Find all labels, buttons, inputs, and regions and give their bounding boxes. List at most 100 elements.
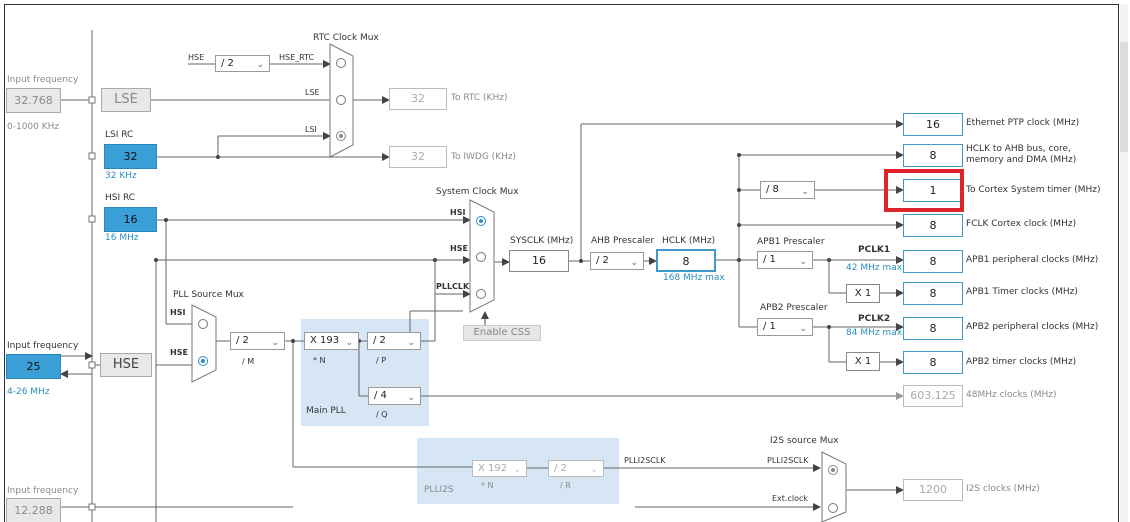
hsi-rc-unit: 16 MHz [105, 233, 139, 243]
sys-mux-hsi-radio[interactable] [476, 216, 486, 226]
pclk2-max: 84 MHz max [846, 328, 903, 338]
chevron-down-icon: ⌄ [271, 338, 279, 348]
i2s-input-title: Input frequency [7, 486, 79, 496]
apb1-prescaler-dropdown[interactable]: / 1 ⌄ [757, 251, 813, 269]
hclk-value[interactable]: 8 [656, 249, 716, 272]
rtc-mux-lse-radio[interactable] [336, 95, 346, 105]
apb1-prescaler-label: APB1 Prescaler [757, 237, 825, 247]
pll-src-hse-label: HSE [170, 348, 188, 357]
hse-input-frequency[interactable]: 25 [6, 354, 61, 379]
hclk-ahb-label: HCLK to AHB bus, core, [966, 144, 1071, 154]
plli2sclk-out-label: PLLI2SCLK [624, 456, 666, 465]
ahb-prescaler-dropdown[interactable]: / 2 ⌄ [590, 252, 644, 270]
hclk-ahb-label-line2: memory and DMA (MHz) [966, 155, 1077, 164]
apb2-timer-clock-label: APB2 timer clocks (MHz) [966, 357, 1077, 367]
iwdg-output-value: 32 [389, 146, 447, 168]
rtc-hse-divider-value: / 2 [221, 58, 234, 69]
pll-source-mux-title: PLL Source Mux [173, 290, 244, 300]
pll-p-divider[interactable]: / 2 ⌄ [367, 332, 421, 350]
chevron-down-icon: ⌄ [630, 258, 638, 268]
i2s-input-frequency[interactable]: 12.288 [6, 498, 61, 522]
sys-mux-hse-label: HSE [450, 244, 468, 253]
sys-mux-hsi-label: HSI [450, 208, 466, 217]
rtc-hse-input-label: HSE [188, 53, 205, 62]
system-clock-mux-title: System Clock Mux [436, 187, 519, 197]
apb1-peripheral-clock-value[interactable]: 8 [903, 250, 963, 273]
lse-oscillator[interactable]: LSE [101, 88, 151, 112]
chevron-down-icon: ⌄ [799, 257, 807, 267]
i2s-source-mux-title: I2S source Mux [770, 436, 839, 446]
rtc-lsi-label: LSI [305, 125, 317, 134]
pll-n-label: * N [313, 356, 326, 365]
chevron-down-icon: ⌄ [801, 187, 809, 197]
apb2-peripheral-clock-label: APB2 peripheral clocks (MHz) [966, 322, 1099, 332]
chevron-down-icon: ⌄ [407, 393, 415, 403]
apb1-timer-clock-label: APB1 Timer clocks (MHz) [966, 287, 1078, 297]
apb2-timer-multiplier: X 1 [846, 352, 880, 371]
rtc-mux-title: RTC Clock Mux [313, 33, 379, 43]
chevron-down-icon: ⌄ [590, 465, 598, 475]
chevron-down-icon: ⌄ [345, 338, 353, 348]
pclk1-max: 42 MHz max [846, 263, 903, 273]
pll-src-hsi-radio[interactable] [198, 319, 208, 329]
plli2s-r-divider[interactable]: / 2 ⌄ [548, 460, 604, 477]
cortex-timer-divider[interactable]: / 8 ⌄ [760, 181, 815, 199]
lsi-rc-value: 32 [104, 144, 157, 169]
main-pll-title: Main PLL [306, 406, 346, 416]
rtc-output-label: To RTC (KHz) [451, 93, 508, 103]
apb1-timer-multiplier: X 1 [846, 284, 880, 303]
lse-input-frequency[interactable]: 32.768 [6, 88, 61, 113]
enable-css-button[interactable]: Enable CSS [463, 325, 541, 341]
pll-q-label: / Q [376, 410, 388, 419]
cortex-system-timer-label: To Cortex System timer (MHz) [966, 185, 1101, 195]
hse-rtc-label: HSE_RTC [279, 53, 315, 62]
cortex-timer-divider-value: / 8 [766, 184, 779, 195]
pll-m-divider[interactable]: / 2 ⌄ [230, 332, 285, 350]
fclk-cortex-value[interactable]: 8 [903, 214, 963, 237]
fclk-cortex-label: FCLK Cortex clock (MHz) [966, 219, 1077, 229]
pll-source-mux [191, 304, 217, 383]
rtc-mux-lsi-radio[interactable] [336, 131, 346, 141]
apb2-prescaler-dropdown[interactable]: / 1 ⌄ [757, 318, 813, 336]
pclk1-label: PCLK1 [858, 245, 891, 255]
pll-q-divider[interactable]: / 4 ⌄ [368, 387, 421, 405]
clock-configuration-canvas: Input frequency 32.768 0-1000 KHz LSE LS… [0, 0, 1130, 522]
plli2s-n-multiplier[interactable]: X 192 ⌄ [472, 460, 527, 477]
i2s-mux-ext-label: Ext.clock [772, 494, 809, 503]
chevron-down-icon: ⌄ [799, 324, 807, 334]
apb2-peripheral-clock-value[interactable]: 8 [903, 317, 963, 340]
usb-48mhz-clock-label: 48MHz clocks (MHz) [966, 390, 1057, 400]
i2s-clock-value: 1200 [903, 479, 963, 501]
chevron-down-icon: ⌄ [513, 465, 521, 475]
apb2-timer-clock-value[interactable]: 8 [903, 351, 963, 374]
hclk-label: HCLK (MHz) [662, 236, 716, 246]
hclk-max: 168 MHz max [663, 273, 725, 283]
i2s-mux-plli2sclk-radio[interactable] [828, 465, 838, 475]
apb1-timer-clock-value[interactable]: 8 [903, 282, 963, 305]
usb-48mhz-clock-value: 603.125 [903, 385, 963, 407]
i2s-mux-ext-radio[interactable] [828, 503, 838, 513]
lse-input-range: 0-1000 KHz [7, 122, 60, 132]
hse-oscillator[interactable]: HSE [100, 353, 152, 377]
cortex-timer-selection-highlight [884, 169, 964, 212]
pll-n-multiplier[interactable]: X 193 ⌄ [304, 332, 359, 350]
sys-mux-hse-radio[interactable] [476, 252, 486, 262]
rtc-output-value: 32 [389, 88, 447, 110]
apb2-prescaler-label: APB2 Prescaler [760, 303, 828, 313]
rtc-hse-divider[interactable]: / 2 ⌄ [215, 55, 270, 72]
sysclk-label: SYSCLK (MHz) [510, 236, 574, 246]
ethernet-ptp-clock-value[interactable]: 16 [903, 113, 963, 136]
pll-m-divider-value: / 2 [236, 335, 249, 346]
hse-input-title: Input frequency [7, 341, 79, 351]
chevron-down-icon: ⌄ [256, 60, 264, 70]
lsi-rc-title: LSI RC [105, 130, 134, 140]
pll-m-label: / M [242, 357, 255, 366]
pll-src-hse-radio[interactable] [198, 356, 208, 366]
sys-mux-pllclk-radio[interactable] [476, 289, 486, 299]
iwdg-output-label: To IWDG (KHz) [451, 152, 517, 162]
i2s-mux-plli2sclk-label: PLLI2SCLK [767, 456, 809, 465]
rtc-mux-hse-radio[interactable] [336, 58, 346, 68]
plli2s-r-label: / R [560, 481, 571, 490]
hclk-ahb-value[interactable]: 8 [903, 144, 963, 167]
pll-p-divider-value: / 2 [373, 335, 386, 346]
